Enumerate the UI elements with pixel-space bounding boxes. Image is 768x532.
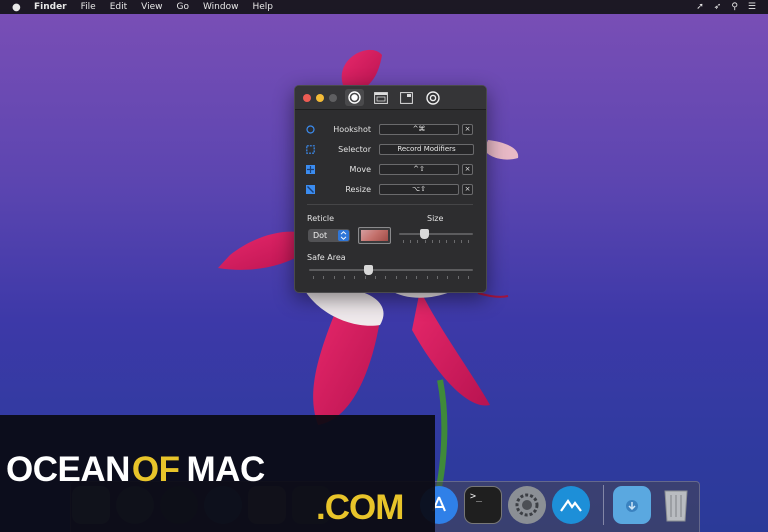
mountain-icon [560, 499, 582, 512]
gear-icon [425, 90, 440, 105]
safe-area-slider-ticks [313, 276, 469, 279]
gear-icon [515, 493, 539, 517]
watermark-com: .COM [316, 488, 404, 527]
system-preferences-dock-icon[interactable] [508, 486, 546, 524]
close-button[interactable] [303, 93, 311, 102]
tab-snap-areas[interactable] [371, 89, 390, 106]
shortcut-row-selector: Selector Record Modifiers [305, 142, 475, 156]
minimize-button[interactable] [316, 93, 324, 102]
shortcut-label: Resize [345, 184, 371, 194]
terminal-dock-icon[interactable]: >_ [464, 486, 502, 524]
dock-separator [603, 485, 604, 525]
tab-general-settings[interactable] [423, 89, 442, 106]
section-divider [307, 204, 473, 205]
reticle-style-select[interactable]: Dot [308, 229, 350, 242]
reticle-color-swatch [361, 230, 388, 241]
safe-area-slider-knob[interactable] [363, 265, 373, 275]
reticle-style-value: Dot [313, 231, 328, 240]
hookshot-circle-icon [305, 124, 315, 134]
safe-area-slider-track[interactable] [309, 269, 473, 271]
zoom-button[interactable] [329, 93, 337, 102]
trash-icon [664, 490, 688, 522]
shortcut-label: Selector [338, 144, 371, 154]
resize-shortcut-field[interactable]: ⌥⇧ [379, 183, 459, 195]
size-slider-track[interactable] [399, 233, 473, 235]
window-titlebar[interactable] [295, 86, 486, 110]
reticle-color-well[interactable] [358, 227, 391, 244]
move-arrows-icon [305, 164, 315, 174]
tab-hookshot[interactable] [345, 89, 364, 106]
shortcut-row-move: Move ^⇧ × [305, 162, 475, 176]
size-label: Size [427, 214, 444, 223]
move-shortcut-field[interactable]: ^⇧ [379, 163, 459, 175]
traffic-lights [303, 93, 342, 102]
window-corner-icon [400, 91, 413, 104]
shortcut-label: Move [349, 164, 371, 174]
hookshot-preferences-window: Hookshot ^⌘ × Selector Record Modifiers … [294, 85, 487, 293]
size-slider-ticks [403, 240, 469, 243]
downloads-folder-dock-icon[interactable] [613, 486, 651, 524]
clear-hookshot-shortcut-button[interactable]: × [462, 123, 473, 135]
download-arrow-icon [626, 500, 638, 512]
preference-tabs [345, 89, 449, 106]
watermark-text: OCEANOF MAC [6, 450, 265, 490]
selector-record-modifiers-button[interactable]: Record Modifiers [379, 143, 474, 155]
window-grid-icon [373, 91, 388, 104]
size-slider-knob[interactable] [420, 229, 430, 239]
resize-diagonal-icon [305, 184, 315, 194]
reticle-label: Reticle [307, 214, 335, 223]
clear-move-shortcut-button[interactable]: × [462, 163, 473, 175]
select-stepper-icon [338, 230, 349, 241]
watermark-mac: MAC [186, 450, 266, 489]
record-circle-icon [348, 91, 361, 104]
trash-dock-icon[interactable] [657, 486, 695, 524]
terminal-prompt-icon: >_ [470, 491, 483, 502]
clear-resize-shortcut-button[interactable]: × [462, 183, 473, 195]
shortcut-label: Hookshot [333, 124, 371, 134]
hookshot-shortcut-field[interactable]: ^⌘ [379, 123, 459, 135]
hookshot-dock-icon[interactable] [552, 486, 590, 524]
tab-window-resize[interactable] [397, 89, 416, 106]
shortcut-row-hookshot: Hookshot ^⌘ × [305, 122, 475, 136]
shortcut-row-resize: Resize ⌥⇧ × [305, 182, 475, 196]
safe-area-label: Safe Area [307, 253, 346, 262]
watermark-ocean: OCEAN [6, 450, 130, 489]
watermark-of: OF [131, 450, 180, 489]
selector-marquee-icon [305, 144, 315, 154]
